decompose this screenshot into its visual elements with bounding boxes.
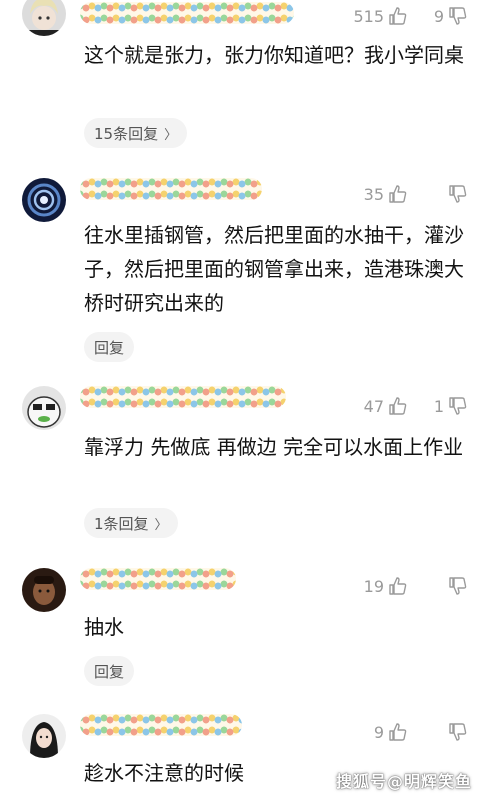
avatar[interactable] (22, 178, 66, 222)
watermark: 搜狐号@明辉笑鱼 (335, 772, 472, 791)
comment-text: 这个就是张力，张力你知道吧？我小学同桌 (84, 43, 464, 67)
reply-count-button[interactable]: 15条回复 〉 (84, 118, 188, 148)
like-button[interactable]: 35 (364, 182, 408, 206)
like-count: 19 (363, 576, 384, 596)
thumbs-up-icon (389, 185, 407, 203)
reply-label: 回复 (94, 338, 125, 357)
dislike-button[interactable] (444, 720, 468, 744)
thumbs-down-icon (449, 577, 467, 595)
like-count: 47 (363, 396, 384, 416)
dislike-button[interactable] (444, 574, 468, 598)
username-masked (80, 386, 286, 408)
username-masked (80, 568, 236, 590)
like-button[interactable]: 47 (364, 394, 408, 418)
dislike-count: 9 (433, 6, 444, 26)
username-masked (80, 2, 294, 24)
reply-label: 15条回复 (94, 124, 159, 143)
thumbs-down-icon (449, 7, 467, 25)
reply-label: 1条回复 (94, 514, 149, 533)
avatar[interactable] (22, 714, 66, 758)
reply-button[interactable]: 回复 (84, 332, 135, 362)
avatar-image (22, 386, 66, 430)
like-button[interactable]: 19 (364, 574, 408, 598)
avatar[interactable] (22, 0, 66, 36)
like-count: 9 (373, 722, 384, 742)
thumbs-up-icon (389, 577, 407, 595)
reply-button[interactable]: 回复 (84, 656, 135, 686)
thumbs-up-icon (389, 7, 407, 25)
avatar-image (22, 0, 66, 36)
dislike-button[interactable] (444, 182, 468, 206)
like-button[interactable]: 515 (353, 4, 408, 28)
avatar[interactable] (22, 386, 66, 430)
thumbs-down-icon (449, 397, 467, 415)
dislike-button[interactable]: 9 (434, 4, 468, 28)
comment-text: 靠浮力 先做底 再做边 完全可以水面上作业 (84, 435, 464, 459)
thumbs-up-icon (389, 397, 407, 415)
thumbs-down-icon (449, 185, 467, 203)
avatar-image (22, 714, 66, 758)
like-count: 35 (363, 184, 384, 204)
username-masked (80, 714, 242, 736)
like-button[interactable]: 9 (374, 720, 408, 744)
avatar-image (22, 568, 66, 612)
like-count: 515 (353, 6, 384, 26)
comment-text: 往水里插钢管，然后把里面的水抽干，灌沙子，然后把里面的钢管拿出来，造港珠澳大桥时… (84, 223, 464, 315)
dislike-count: 1 (433, 396, 444, 416)
reply-label: 回复 (94, 662, 125, 681)
chevron-right-icon: 〉 (154, 517, 168, 533)
avatar[interactable] (22, 568, 66, 612)
thumbs-down-icon (449, 723, 467, 741)
thumbs-up-icon (389, 723, 407, 741)
reply-count-button[interactable]: 1条回复 〉 (84, 508, 178, 538)
avatar-image (22, 178, 66, 222)
comment-text: 抽水 (84, 615, 124, 639)
chevron-right-icon: 〉 (164, 127, 178, 143)
username-masked (80, 178, 262, 200)
dislike-button[interactable]: 1 (434, 394, 468, 418)
